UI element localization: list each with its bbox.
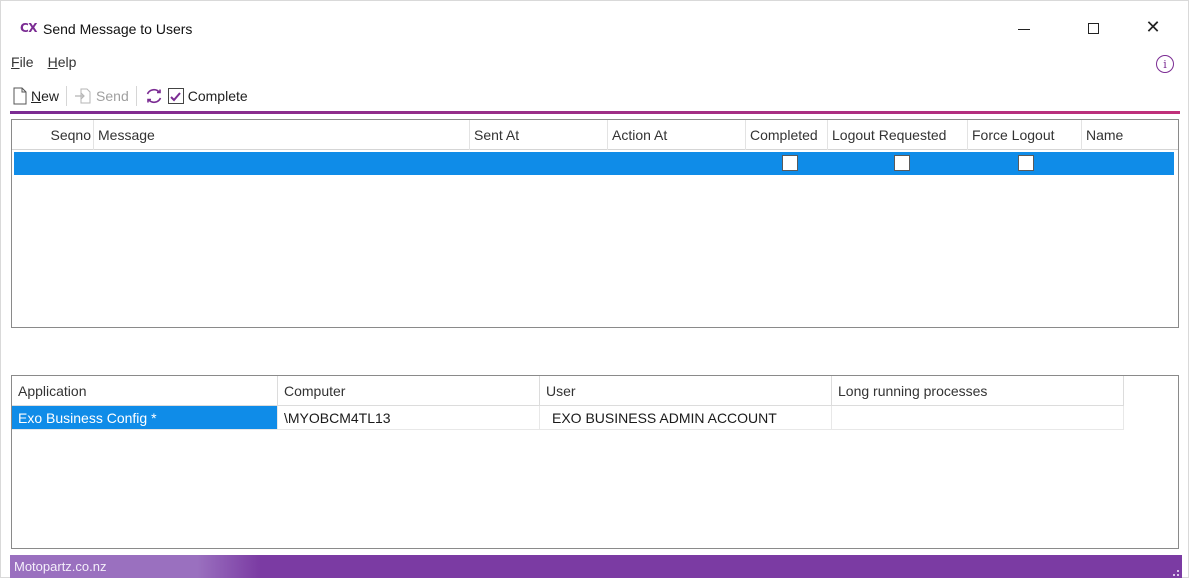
- info-icon[interactable]: i: [1156, 55, 1174, 73]
- close-icon: ✕: [1145, 17, 1161, 38]
- menu-help-accel: H: [47, 54, 58, 70]
- minimize-icon: [1018, 28, 1030, 30]
- logout-requested-checkbox[interactable]: [894, 155, 910, 171]
- title-bar: CX Send Message to Users ✕: [1, 1, 1188, 49]
- col-user[interactable]: User: [540, 376, 832, 406]
- refresh-icon: [146, 88, 161, 104]
- complete-checkbox[interactable]: [167, 88, 184, 104]
- app-logo: CX: [20, 21, 38, 35]
- menu-bar: File Help: [11, 54, 76, 76]
- cell-application[interactable]: Exo Business Config *: [12, 406, 278, 430]
- checkmark-icon: [170, 91, 181, 101]
- col-long-running-processes[interactable]: Long running processes: [832, 376, 1124, 406]
- messages-grid[interactable]: Seqno Message Sent At Action At Complete…: [11, 119, 1179, 328]
- maximize-icon: [1087, 22, 1099, 34]
- col-action-at[interactable]: Action At: [608, 120, 746, 150]
- menu-file-accel: F: [11, 54, 20, 70]
- toolbar-separator: [66, 86, 68, 106]
- maximize-button[interactable]: [1070, 13, 1116, 43]
- new-rest: ew: [41, 88, 60, 104]
- cell-user[interactable]: EXO BUSINESS ADMIN ACCOUNT: [540, 406, 832, 430]
- refresh-button[interactable]: [142, 84, 166, 108]
- cell-computer[interactable]: \MYOBCM4TL13: [278, 406, 540, 430]
- new-document-icon: [13, 87, 27, 105]
- window-title: Send Message to Users: [43, 21, 193, 37]
- menu-help[interactable]: Help: [48, 54, 77, 76]
- col-logout-requested[interactable]: Logout Requested: [828, 120, 968, 150]
- menu-help-label: elp: [57, 54, 77, 70]
- col-sent-at[interactable]: Sent At: [470, 120, 608, 150]
- messages-grid-header: Seqno Message Sent At Action At Complete…: [12, 120, 1178, 150]
- cell-long-running-processes[interactable]: [832, 406, 1124, 430]
- col-completed[interactable]: Completed: [746, 120, 828, 150]
- col-name[interactable]: Name: [1082, 120, 1178, 150]
- send-message-window: CX Send Message to Users ✕ File Help i N…: [0, 0, 1189, 578]
- col-message[interactable]: Message: [94, 120, 470, 150]
- send-button-label: Send: [96, 88, 129, 104]
- company-name: Motopartz.co.nz: [10, 555, 260, 578]
- sessions-grid[interactable]: Application Computer User Long running p…: [11, 375, 1179, 549]
- new-button[interactable]: New: [11, 84, 61, 108]
- menu-file-label: ile: [19, 54, 34, 70]
- close-button[interactable]: ✕: [1130, 13, 1176, 43]
- col-seqno[interactable]: Seqno: [12, 120, 94, 150]
- complete-label: Complete: [187, 88, 248, 104]
- col-force-logout[interactable]: Force Logout: [968, 120, 1082, 150]
- send-button[interactable]: Send: [72, 84, 131, 108]
- complete-toggle[interactable]: Complete: [166, 84, 250, 108]
- toolbar: New Send Complete: [11, 83, 250, 109]
- completed-checkbox[interactable]: [782, 155, 798, 171]
- menu-file[interactable]: File: [11, 54, 34, 76]
- toolbar-accent-divider: [10, 111, 1180, 114]
- send-icon: [75, 88, 91, 104]
- status-bar: Motopartz.co.nz: [10, 555, 1182, 578]
- new-button-label: New: [31, 88, 59, 104]
- toolbar-separator: [135, 86, 137, 106]
- resize-grip-icon[interactable]: [1173, 570, 1179, 576]
- table-row[interactable]: [14, 152, 1174, 175]
- col-computer[interactable]: Computer: [278, 376, 540, 406]
- new-accel: N: [31, 88, 42, 104]
- force-logout-checkbox[interactable]: [1018, 155, 1034, 171]
- minimize-button[interactable]: [1001, 13, 1047, 43]
- col-application[interactable]: Application: [12, 376, 278, 406]
